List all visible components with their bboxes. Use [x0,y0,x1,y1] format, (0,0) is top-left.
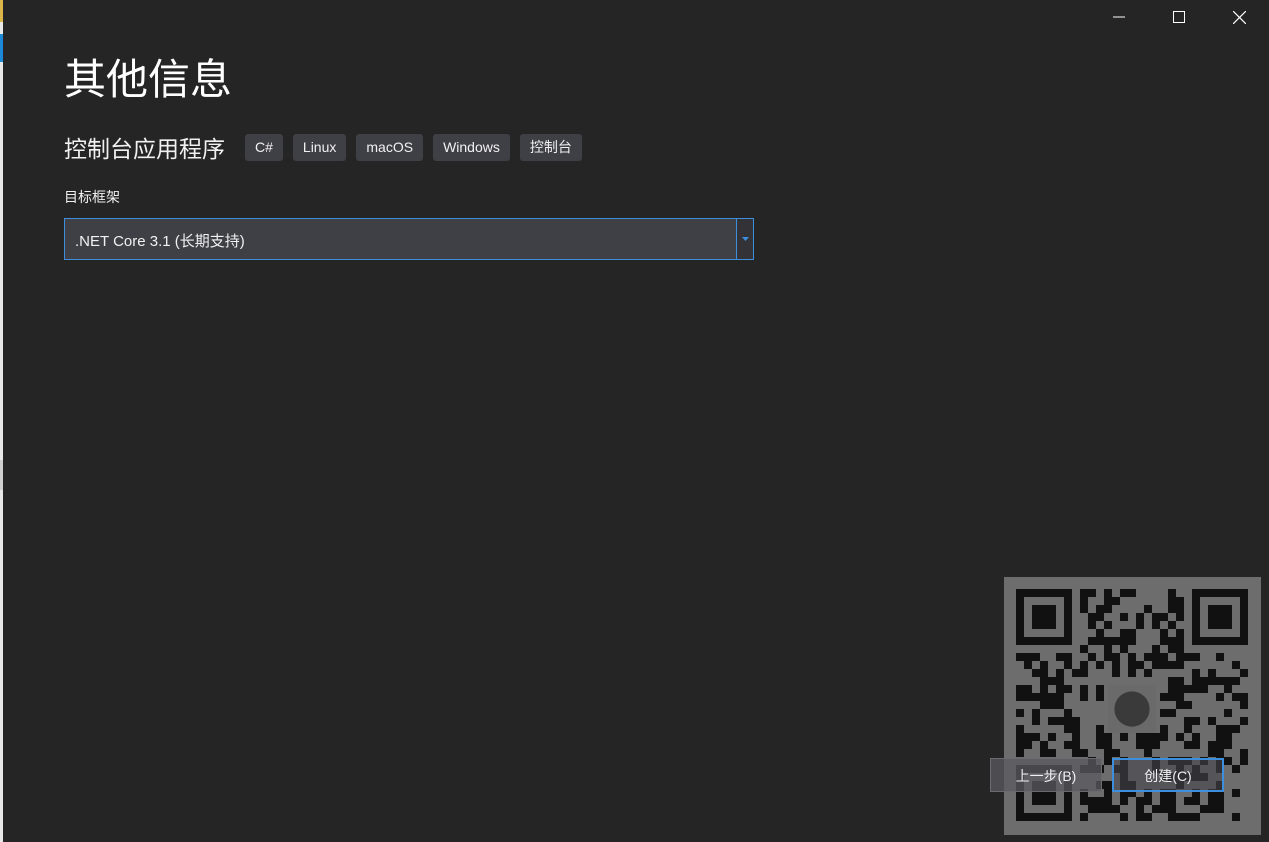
back-button[interactable]: 上一步(B) [990,758,1102,792]
tag-project-kind: 控制台 [519,133,582,161]
dropdown-toggle[interactable] [736,219,753,259]
minimize-icon [1113,16,1125,18]
create-button[interactable]: 创建(C) [1112,758,1224,792]
tag-platform-linux: Linux [292,133,347,161]
target-framework-label: 目标框架 [64,189,120,205]
tag-language: C# [245,133,283,161]
close-button[interactable] [1209,0,1269,34]
qr-code-overlay [1004,577,1261,835]
close-icon [1232,10,1246,24]
qr-code-image [1016,589,1248,821]
chevron-down-icon [741,237,749,241]
tag-platform-macos: macOS [356,133,424,161]
minimize-button[interactable] [1089,0,1149,34]
background-window-edge [0,0,3,842]
project-type-name: 控制台应用程序 [64,136,225,162]
project-type-row: 控制台应用程序 C# Linux macOS Windows 控制台 [64,130,592,164]
tag-platform-windows: Windows [433,133,510,161]
maximize-button[interactable] [1149,0,1209,34]
page-title: 其他信息 [64,56,233,103]
window-controls [1089,0,1269,34]
maximize-icon [1173,11,1185,23]
target-framework-value: .NET Core 3.1 (长期支持) [75,233,245,250]
target-framework-dropdown[interactable]: .NET Core 3.1 (长期支持) [64,218,754,260]
